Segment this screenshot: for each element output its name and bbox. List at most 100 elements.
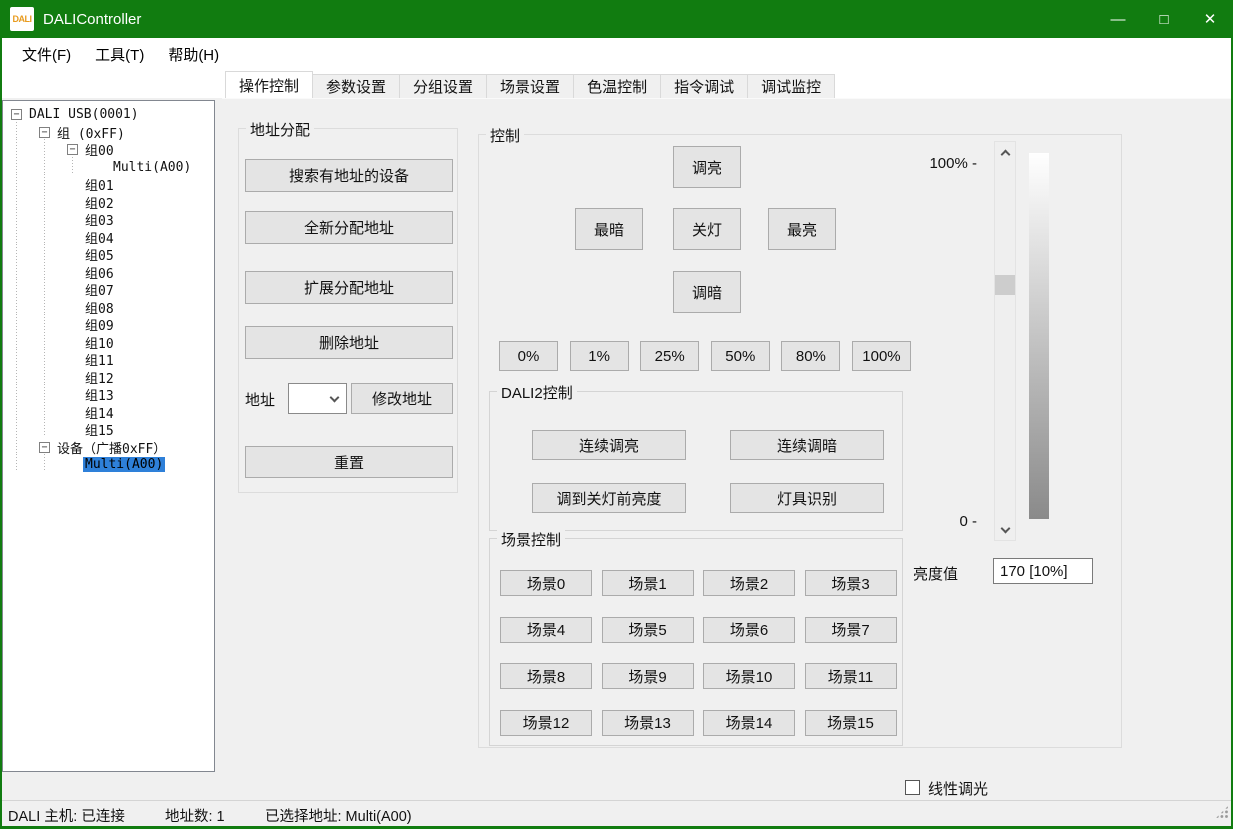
delete-address-button[interactable]: 删除地址 bbox=[245, 326, 453, 359]
scene-button[interactable]: 场景4 bbox=[500, 617, 592, 643]
brighten-button[interactable]: 调亮 bbox=[673, 146, 741, 188]
brightness-value-field[interactable] bbox=[993, 558, 1093, 584]
device-tree: − DALI USB(0001) − 组 (0xFF) − 组00 − Mult… bbox=[2, 100, 215, 772]
collapse-icon[interactable]: − bbox=[67, 144, 78, 155]
tree-item-label: 组11 bbox=[83, 350, 116, 369]
scene-button[interactable]: 场景7 bbox=[805, 617, 897, 643]
collapse-icon[interactable]: − bbox=[11, 109, 22, 120]
scene-button[interactable]: 场景5 bbox=[602, 617, 694, 643]
resize-grip-icon[interactable] bbox=[1215, 805, 1229, 819]
percent-button[interactable]: 0% bbox=[499, 341, 558, 371]
menubar: 文件(F)工具(T)帮助(H) bbox=[0, 38, 1233, 71]
scroll-up-icon[interactable] bbox=[995, 142, 1015, 162]
tab[interactable]: 指令调试 bbox=[660, 74, 748, 98]
percent-button[interactable]: 100% bbox=[852, 341, 911, 371]
scene-button-grid: 场景0 场景1 场景2 场景3 场景4 场景5 场景6 场景7 场景8 场景9 场景10 场景11 场景… bbox=[500, 570, 897, 736]
scene-button[interactable]: 场景1 bbox=[602, 570, 694, 596]
menu-item[interactable]: 帮助(H) bbox=[156, 38, 231, 71]
goto-last-level-button[interactable]: 调到关灯前亮度 bbox=[532, 483, 686, 513]
app-icon: DALI bbox=[10, 7, 34, 31]
percent-button[interactable]: 1% bbox=[570, 341, 629, 371]
tree-item-label: Multi(A00) bbox=[83, 457, 165, 472]
scroll-down-icon[interactable] bbox=[995, 520, 1015, 540]
window-controls: — □ ✕ bbox=[1095, 0, 1233, 38]
slider-min-label: 0 - bbox=[919, 513, 977, 530]
scene-button[interactable]: 场景14 bbox=[703, 710, 795, 736]
reset-button[interactable]: 重置 bbox=[245, 446, 453, 478]
tree-item[interactable]: − Multi(A00) bbox=[3, 456, 214, 474]
percent-button[interactable]: 25% bbox=[640, 341, 699, 371]
tree-item-label: 组12 bbox=[83, 368, 116, 387]
tab[interactable]: 调试监控 bbox=[747, 74, 835, 98]
tree-item-label: 组15 bbox=[83, 420, 116, 439]
tree-item-label: 组09 bbox=[83, 315, 116, 334]
chevron-down-icon bbox=[330, 392, 340, 402]
scene-button[interactable]: 场景9 bbox=[602, 663, 694, 689]
scene-button[interactable]: 场景11 bbox=[805, 663, 897, 689]
scene-button[interactable]: 场景12 bbox=[500, 710, 592, 736]
tab[interactable]: 参数设置 bbox=[312, 74, 400, 98]
min-brightness-button[interactable]: 最暗 bbox=[575, 208, 643, 250]
scene-button[interactable]: 场景6 bbox=[703, 617, 795, 643]
tree-item-label: 组10 bbox=[83, 333, 116, 352]
percent-button[interactable]: 80% bbox=[781, 341, 840, 371]
address-select[interactable] bbox=[288, 383, 347, 414]
scene-button[interactable]: 场景15 bbox=[805, 710, 897, 736]
max-brightness-button[interactable]: 最亮 bbox=[768, 208, 836, 250]
tree-item-label: 组04 bbox=[83, 228, 116, 247]
search-addressed-devices-button[interactable]: 搜索有地址的设备 bbox=[245, 159, 453, 192]
tab-page-edge bbox=[222, 98, 1231, 99]
scene-button[interactable]: 场景8 bbox=[500, 663, 592, 689]
percent-button[interactable]: 50% bbox=[711, 341, 770, 371]
status-address-count: 地址数: 1 bbox=[165, 805, 225, 826]
scene-button[interactable]: 场景2 bbox=[703, 570, 795, 596]
menu-item[interactable]: 工具(T) bbox=[83, 38, 156, 71]
tree-item-label: 组08 bbox=[83, 298, 116, 317]
light-off-button[interactable]: 关灯 bbox=[673, 208, 741, 250]
window-title: DALIController bbox=[43, 11, 141, 28]
extend-assign-addresses-button[interactable]: 扩展分配地址 bbox=[245, 271, 453, 304]
tree-item-label: 组14 bbox=[83, 403, 116, 422]
continuous-brighten-button[interactable]: 连续调亮 bbox=[532, 430, 686, 460]
app-window: DALI DALIController — □ ✕ 文件(F)工具(T)帮助(H… bbox=[0, 0, 1233, 829]
linear-dimming-label: 线性调光 bbox=[928, 778, 988, 799]
maximize-button[interactable]: □ bbox=[1141, 0, 1187, 38]
tree-item-label: 组13 bbox=[83, 385, 116, 404]
brightness-gradient-bar bbox=[1029, 153, 1049, 519]
tree-indent bbox=[11, 454, 67, 476]
modify-address-button[interactable]: 修改地址 bbox=[351, 383, 453, 414]
brightness-scrollbar[interactable] bbox=[994, 141, 1016, 541]
scene-button[interactable]: 场景0 bbox=[500, 570, 592, 596]
brightness-value-label: 亮度值 bbox=[913, 563, 958, 584]
continuous-dim-button[interactable]: 连续调暗 bbox=[730, 430, 884, 460]
control-group-title: 控制 bbox=[486, 125, 524, 146]
menu-item[interactable]: 文件(F) bbox=[10, 38, 83, 71]
scene-button[interactable]: 场景10 bbox=[703, 663, 795, 689]
minimize-button[interactable]: — bbox=[1095, 0, 1141, 38]
assign-new-addresses-button[interactable]: 全新分配地址 bbox=[245, 211, 453, 244]
dim-button[interactable]: 调暗 bbox=[673, 271, 741, 313]
dali2-control-group: DALI2控制 连续调亮 连续调暗 调到关灯前亮度 灯具识别 bbox=[489, 391, 903, 531]
luminaire-identify-button[interactable]: 灯具识别 bbox=[730, 483, 884, 513]
tree-item-label: 组01 bbox=[83, 175, 116, 194]
linear-dimming-checkbox[interactable] bbox=[905, 780, 920, 795]
dali2-group-title: DALI2控制 bbox=[497, 382, 577, 403]
tab[interactable]: 色温控制 bbox=[573, 74, 661, 98]
address-label: 地址 bbox=[245, 389, 275, 410]
tree-item-label: Multi(A00) bbox=[111, 160, 193, 175]
scrollbar-thumb[interactable] bbox=[995, 275, 1015, 295]
tree-item-label: 组03 bbox=[83, 210, 116, 229]
tab[interactable]: 场景设置 bbox=[486, 74, 574, 98]
collapse-icon[interactable]: − bbox=[39, 442, 50, 453]
tab[interactable]: 操作控制 bbox=[225, 71, 313, 98]
collapse-icon[interactable]: − bbox=[39, 127, 50, 138]
tree-item-label: 组06 bbox=[83, 263, 116, 282]
close-button[interactable]: ✕ bbox=[1187, 0, 1233, 38]
scene-group-title: 场景控制 bbox=[497, 529, 565, 550]
statusbar: DALI 主机: 已连接 地址数: 1 已选择地址: Multi(A00) bbox=[0, 800, 1233, 826]
scene-button[interactable]: 场景3 bbox=[805, 570, 897, 596]
titlebar: DALI DALIController — □ ✕ bbox=[0, 0, 1233, 38]
scene-button[interactable]: 场景13 bbox=[602, 710, 694, 736]
tab[interactable]: 分组设置 bbox=[399, 74, 487, 98]
tabstrip: 操作控制参数设置分组设置场景设置色温控制指令调试调试监控 bbox=[0, 71, 1233, 98]
